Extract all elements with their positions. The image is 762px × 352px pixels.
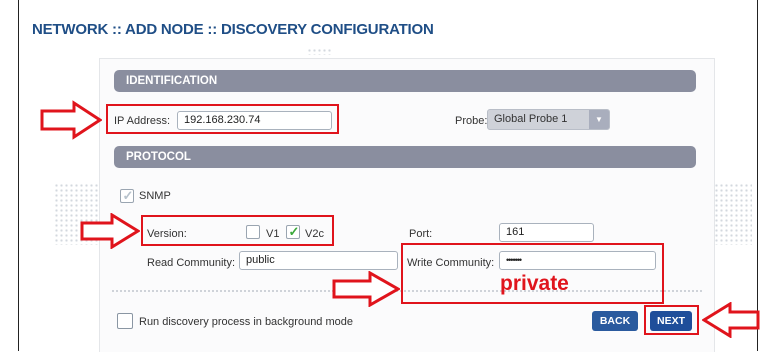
check-icon: ✓ xyxy=(122,188,134,203)
snmp-checkbox[interactable]: ✓ xyxy=(120,188,134,203)
port-label: Port: xyxy=(409,228,433,240)
read-community-input[interactable]: public xyxy=(239,251,398,270)
probe-label: Probe: xyxy=(455,115,488,127)
map-dots-top xyxy=(307,48,331,55)
next-highlight xyxy=(644,305,699,335)
arrow-right-icon xyxy=(40,100,102,140)
window-border-left xyxy=(18,0,19,351)
identification-header: IDENTIFICATION xyxy=(114,70,696,92)
port-input[interactable]: 161 xyxy=(499,223,594,242)
arrow-right-icon xyxy=(80,213,140,249)
probe-select[interactable]: Global Probe 1 ▼ xyxy=(487,109,610,130)
probe-select-value: Global Probe 1 xyxy=(494,113,568,125)
window-border-right xyxy=(757,0,758,351)
form-panel xyxy=(99,58,715,352)
page-title: NETWORK :: ADD NODE :: DISCOVERY CONFIGU… xyxy=(32,21,434,38)
version-highlight xyxy=(141,215,334,246)
snmp-label: SNMP xyxy=(139,190,171,202)
map-dots-right xyxy=(714,183,752,245)
arrow-right-icon xyxy=(332,271,400,307)
private-annotation: private xyxy=(500,272,569,295)
background-mode-label: Run discovery process in background mode xyxy=(139,316,354,328)
ip-address-highlight xyxy=(106,104,339,134)
chevron-down-icon[interactable]: ▼ xyxy=(589,110,609,129)
background-mode-checkbox[interactable] xyxy=(117,313,133,329)
protocol-header: PROTOCOL xyxy=(114,146,696,168)
arrow-left-icon xyxy=(702,302,760,338)
read-community-label: Read Community: xyxy=(147,257,236,269)
back-button[interactable]: BACK xyxy=(592,311,638,331)
